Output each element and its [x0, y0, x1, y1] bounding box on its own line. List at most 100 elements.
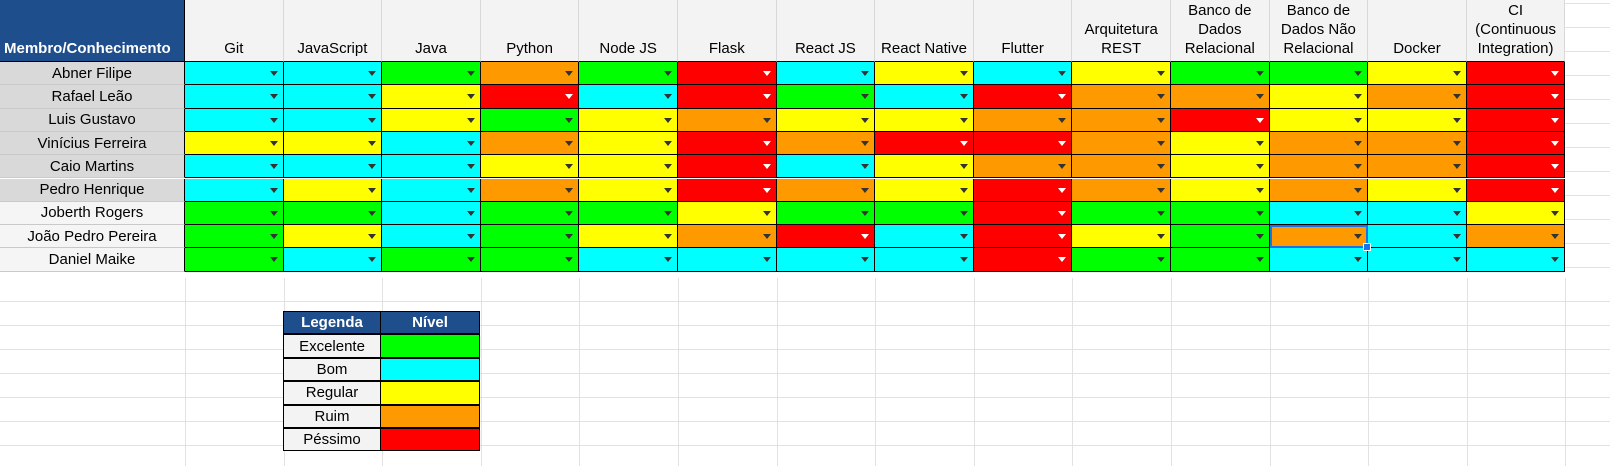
skill-level-dropdown-arquitetura-rest[interactable] — [1072, 62, 1171, 86]
chevron-down-icon[interactable] — [1255, 187, 1264, 193]
legend-title[interactable]: Legenda — [283, 311, 381, 335]
chevron-down-icon[interactable] — [466, 71, 475, 76]
member-name[interactable]: João Pedro Pereira — [0, 225, 185, 249]
legend-swatch-pessimo[interactable] — [380, 428, 480, 452]
skill-level-dropdown-arquitetura-rest[interactable] — [1072, 248, 1171, 272]
chevron-down-icon[interactable] — [1156, 117, 1165, 123]
chevron-down-icon[interactable] — [762, 210, 771, 216]
skill-level-dropdown-java[interactable] — [382, 131, 481, 156]
chevron-down-icon[interactable] — [1255, 71, 1264, 76]
chevron-down-icon[interactable] — [1156, 257, 1165, 263]
skill-level-dropdown-git[interactable] — [185, 225, 284, 249]
chevron-down-icon[interactable] — [663, 187, 672, 193]
chevron-down-icon[interactable] — [565, 234, 574, 240]
legend-level-header[interactable]: Nível — [380, 311, 480, 335]
chevron-down-icon[interactable] — [1058, 71, 1067, 76]
skill-level-dropdown-ci-continuous-integration[interactable] — [1466, 225, 1566, 249]
chevron-down-icon[interactable] — [1354, 140, 1363, 146]
skill-level-dropdown-docker[interactable] — [1368, 155, 1467, 179]
header-banco-de-dados-relacional[interactable]: Banco de Dados Relacional — [1171, 0, 1270, 62]
skill-level-dropdown-ci-continuous-integration[interactable] — [1466, 131, 1566, 156]
skill-level-dropdown-banco-de-dados-relacional[interactable] — [1171, 108, 1270, 132]
chevron-down-icon[interactable] — [368, 257, 377, 263]
skill-level-dropdown-python[interactable] — [480, 178, 580, 202]
skill-level-dropdown-java[interactable] — [382, 108, 481, 132]
skill-level-dropdown-javascript[interactable] — [283, 248, 383, 272]
chevron-down-icon[interactable] — [1452, 164, 1461, 170]
chevron-down-icon[interactable] — [1452, 234, 1461, 240]
skill-level-dropdown-react-js[interactable] — [776, 62, 876, 86]
chevron-down-icon[interactable] — [1452, 257, 1461, 263]
chevron-down-icon[interactable] — [1551, 140, 1560, 146]
chevron-down-icon[interactable] — [1551, 234, 1560, 240]
skill-level-dropdown-banco-de-dados-relacional[interactable] — [1171, 155, 1270, 179]
chevron-down-icon[interactable] — [1452, 187, 1461, 193]
skill-level-dropdown-python[interactable] — [480, 108, 580, 132]
skill-level-dropdown-git[interactable] — [185, 62, 284, 86]
chevron-down-icon[interactable] — [861, 257, 870, 263]
header-ci-continuous-integration[interactable]: CI (Continuous Integration) — [1466, 0, 1566, 62]
skill-level-dropdown-flask[interactable] — [678, 85, 777, 109]
skill-level-dropdown-java[interactable] — [382, 225, 481, 249]
skill-level-dropdown-flask[interactable] — [678, 178, 777, 202]
skill-level-dropdown-python[interactable] — [480, 131, 580, 156]
chevron-down-icon[interactable] — [1354, 234, 1363, 240]
skill-level-dropdown-banco-de-dados-relacional[interactable] — [1171, 131, 1270, 156]
chevron-down-icon[interactable] — [565, 187, 574, 193]
chevron-down-icon[interactable] — [269, 234, 278, 240]
chevron-down-icon[interactable] — [959, 210, 968, 216]
member-name[interactable]: Pedro Henrique — [0, 178, 185, 202]
chevron-down-icon[interactable] — [1156, 210, 1165, 216]
skill-level-dropdown-javascript[interactable] — [283, 178, 383, 202]
skill-level-dropdown-flutter[interactable] — [973, 85, 1073, 109]
skill-level-dropdown-banco-de-dados-relacional[interactable] — [1171, 85, 1270, 109]
chevron-down-icon[interactable] — [762, 257, 771, 263]
skill-level-dropdown-banco-de-dados-nao-relacional[interactable] — [1269, 85, 1369, 109]
skill-level-dropdown-python[interactable] — [480, 155, 580, 179]
skill-level-dropdown-flask[interactable] — [678, 131, 777, 156]
chevron-down-icon[interactable] — [1452, 210, 1461, 216]
skill-level-dropdown-react-js[interactable] — [776, 131, 876, 156]
skill-level-dropdown-flask[interactable] — [678, 108, 777, 132]
legend-label-excelente[interactable]: Excelente — [283, 334, 381, 358]
skill-level-dropdown-arquitetura-rest[interactable] — [1072, 155, 1171, 179]
skill-level-dropdown-arquitetura-rest[interactable] — [1072, 201, 1171, 226]
chevron-down-icon[interactable] — [565, 71, 574, 76]
chevron-down-icon[interactable] — [1551, 117, 1560, 123]
chevron-down-icon[interactable] — [959, 117, 968, 123]
skill-level-dropdown-node-js[interactable] — [579, 62, 678, 86]
skill-level-dropdown-banco-de-dados-relacional[interactable] — [1171, 178, 1270, 202]
chevron-down-icon[interactable] — [269, 117, 278, 123]
skill-level-dropdown-node-js[interactable] — [579, 201, 678, 226]
chevron-down-icon[interactable] — [663, 164, 672, 170]
member-name[interactable]: Abner Filipe — [0, 62, 185, 86]
chevron-down-icon[interactable] — [269, 187, 278, 193]
chevron-down-icon[interactable] — [269, 257, 278, 263]
header-react-js[interactable]: React JS — [776, 0, 876, 62]
skill-level-dropdown-flutter[interactable] — [973, 62, 1073, 86]
chevron-down-icon[interactable] — [1255, 117, 1264, 123]
skill-level-dropdown-flutter[interactable] — [973, 108, 1073, 132]
chevron-down-icon[interactable] — [368, 234, 377, 240]
chevron-down-icon[interactable] — [565, 94, 574, 100]
chevron-down-icon[interactable] — [762, 187, 771, 193]
chevron-down-icon[interactable] — [1354, 257, 1363, 263]
skill-level-dropdown-flutter[interactable] — [973, 178, 1073, 202]
chevron-down-icon[interactable] — [959, 140, 968, 146]
chevron-down-icon[interactable] — [959, 164, 968, 170]
skill-level-dropdown-node-js[interactable] — [579, 131, 678, 156]
chevron-down-icon[interactable] — [762, 94, 771, 100]
skill-level-dropdown-banco-de-dados-nao-relacional[interactable] — [1269, 201, 1369, 226]
skill-level-dropdown-docker[interactable] — [1368, 225, 1467, 249]
skill-level-dropdown-ci-continuous-integration[interactable] — [1466, 248, 1566, 272]
chevron-down-icon[interactable] — [1354, 117, 1363, 123]
skill-level-dropdown-arquitetura-rest[interactable] — [1072, 108, 1171, 132]
skill-level-dropdown-git[interactable] — [185, 201, 284, 226]
skill-level-dropdown-ci-continuous-integration[interactable] — [1466, 62, 1566, 86]
chevron-down-icon[interactable] — [1551, 210, 1560, 216]
skill-level-dropdown-banco-de-dados-nao-relacional[interactable] — [1269, 131, 1369, 156]
chevron-down-icon[interactable] — [466, 140, 475, 146]
chevron-down-icon[interactable] — [1156, 234, 1165, 240]
legend-label-bom[interactable]: Bom — [283, 357, 381, 382]
skill-level-dropdown-docker[interactable] — [1368, 131, 1467, 156]
